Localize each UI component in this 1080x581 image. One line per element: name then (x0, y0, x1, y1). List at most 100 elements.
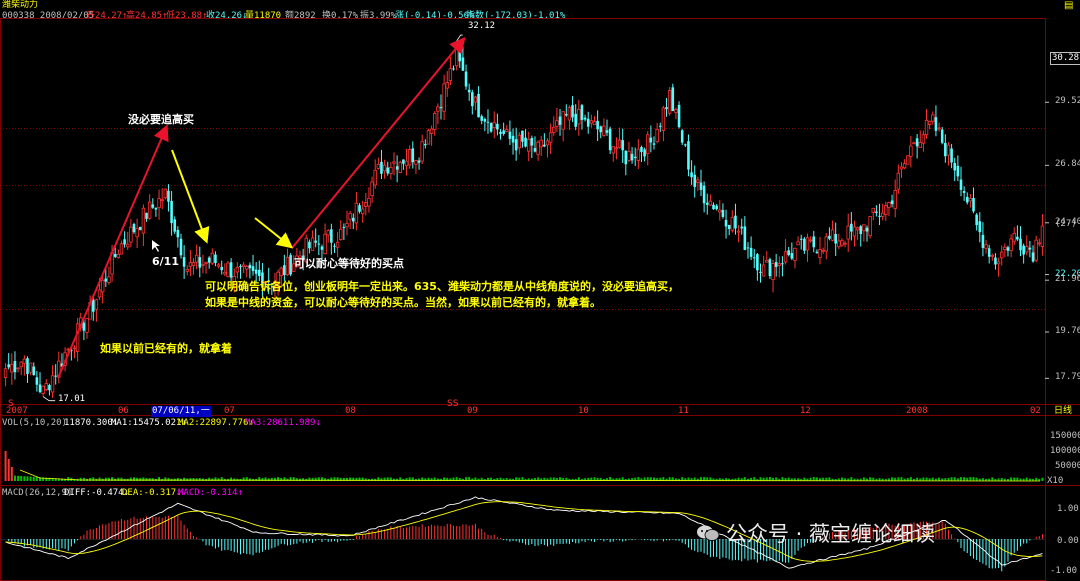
candle (630, 147, 634, 164)
candle (179, 233, 183, 259)
candle (627, 141, 631, 163)
candle (850, 211, 853, 241)
watermark-text: 公众号 · 薇宝缠论细读 (726, 522, 936, 546)
stock-chart-window: 潍柴动力 000338 2008/02/05 开24.27↑ 高24.85↑ 低… (0, 0, 1080, 581)
volume-bar (217, 478, 220, 481)
candle (477, 86, 480, 118)
volume-bar (1000, 478, 1003, 481)
vol-tick-50000: 50000 (1055, 461, 1080, 471)
volume-bar (1025, 477, 1028, 481)
candle (749, 236, 753, 261)
volume-bar (32, 476, 35, 481)
candle (931, 111, 935, 125)
vol-ma1: MA1:15475.021↓ (111, 418, 187, 428)
candle (987, 244, 991, 264)
candle (730, 210, 735, 233)
candle (940, 127, 944, 145)
macd-tick-minus1: -1.00 (1050, 566, 1078, 576)
candle (132, 222, 136, 234)
macd-value: MACD:-0.314↑ (178, 488, 244, 498)
candle (517, 132, 522, 155)
volume-bar (909, 477, 912, 481)
candle (536, 140, 540, 161)
candle (649, 125, 653, 153)
candle (934, 105, 938, 137)
candle (382, 159, 387, 179)
candle (684, 143, 687, 147)
candle (364, 193, 368, 216)
candle (201, 254, 205, 274)
candle (821, 247, 825, 255)
volume-bar (1010, 477, 1013, 481)
candle (1034, 235, 1038, 263)
candle (880, 203, 885, 221)
volume-bar (148, 478, 151, 481)
candle (348, 210, 352, 230)
candle (367, 187, 371, 213)
candle (677, 101, 681, 129)
candle (602, 118, 606, 137)
candle (805, 233, 810, 262)
candle (761, 255, 766, 277)
candle (655, 122, 659, 144)
volume-bar (98, 477, 101, 481)
candle (433, 111, 437, 136)
candle (50, 365, 55, 398)
candle (492, 111, 496, 139)
candle (734, 203, 737, 235)
candle (868, 216, 872, 239)
volume-bar (195, 478, 198, 481)
candle (1028, 240, 1032, 258)
candle (875, 205, 878, 217)
candle (3, 363, 8, 387)
candle (22, 355, 27, 376)
candle (878, 203, 881, 226)
candle (633, 147, 637, 167)
date-label-2008: 2008 (906, 406, 928, 416)
candle (984, 240, 988, 254)
candle (194, 244, 199, 270)
candle (308, 239, 311, 254)
volume-bar (167, 477, 170, 481)
candle (545, 138, 550, 158)
candle (884, 201, 888, 221)
candle (524, 129, 527, 148)
candle (1019, 226, 1022, 257)
candle (499, 129, 502, 140)
candle (715, 203, 718, 211)
candle (210, 248, 215, 266)
candle (496, 113, 499, 136)
candle (436, 103, 440, 125)
candle (198, 246, 202, 278)
candle (72, 345, 77, 359)
candle (752, 249, 756, 269)
period-tab-daily[interactable]: 日线 (1054, 406, 1072, 417)
candle (981, 222, 985, 257)
candle (765, 250, 769, 263)
candle (899, 162, 904, 178)
date-label-09: 09 (467, 406, 478, 416)
candle (358, 203, 361, 214)
candle (871, 207, 875, 221)
candle (417, 157, 421, 170)
candle (852, 220, 857, 247)
candle (674, 107, 678, 120)
date-label-08: 08 (345, 406, 356, 416)
candle (727, 224, 731, 236)
candle (896, 164, 901, 194)
low-label: 17.01 (58, 394, 86, 404)
date-label-07: 07 (224, 406, 235, 416)
volume-bar (13, 475, 16, 481)
candle (216, 262, 221, 269)
candle (339, 220, 343, 241)
volume-bar (4, 451, 7, 481)
candle (843, 240, 847, 248)
candle (502, 122, 505, 136)
volume-bar (192, 477, 195, 481)
candle (486, 109, 490, 134)
candle (182, 245, 186, 279)
candle (965, 192, 969, 205)
candle (539, 135, 543, 156)
candle (614, 137, 619, 160)
annotation-wait-buy: 可以耐心等待好的买点 (294, 257, 404, 270)
